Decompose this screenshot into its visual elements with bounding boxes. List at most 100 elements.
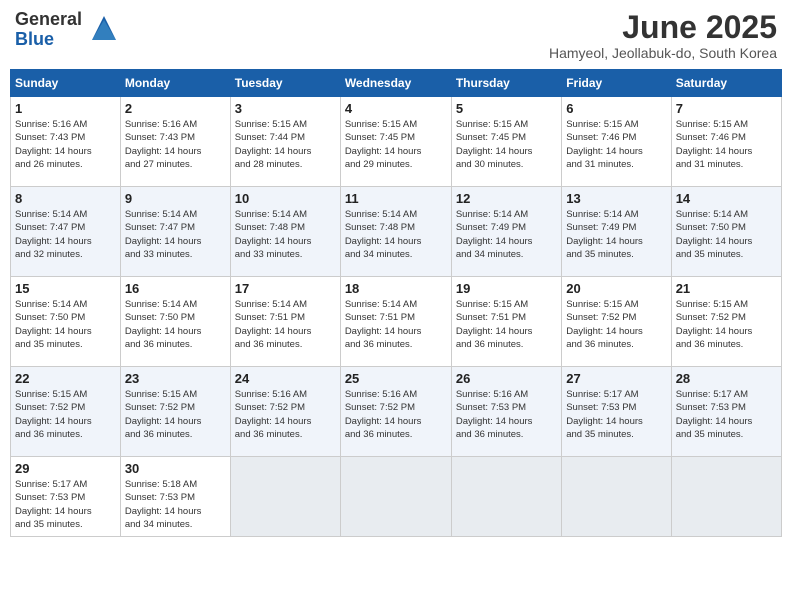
calendar-cell — [340, 457, 451, 537]
day-info: Sunrise: 5:17 AMSunset: 7:53 PMDaylight:… — [15, 479, 92, 530]
logo-general: General — [15, 10, 82, 30]
day-number: 15 — [15, 281, 116, 296]
calendar-cell: 15 Sunrise: 5:14 AMSunset: 7:50 PMDayligh… — [11, 277, 121, 367]
day-number: 25 — [345, 371, 447, 386]
header-sunday: Sunday — [11, 70, 121, 97]
day-number: 12 — [456, 191, 557, 206]
header-tuesday: Tuesday — [230, 70, 340, 97]
day-info: Sunrise: 5:15 AMSunset: 7:52 PMDaylight:… — [15, 389, 92, 440]
month-title: June 2025 — [549, 10, 777, 45]
calendar-week-5: 29 Sunrise: 5:17 AMSunset: 7:53 PMDayligh… — [11, 457, 782, 537]
day-info: Sunrise: 5:15 AMSunset: 7:45 PMDaylight:… — [456, 119, 533, 170]
calendar-cell: 10Sunrise: 5:14 AMSunset: 7:48 PMDayligh… — [230, 187, 340, 277]
header-thursday: Thursday — [451, 70, 561, 97]
calendar-cell — [451, 457, 561, 537]
page-header: General Blue June 2025 Hamyeol, Jeollabu… — [10, 10, 782, 61]
day-number: 5 — [456, 101, 557, 116]
header-wednesday: Wednesday — [340, 70, 451, 97]
day-info: Sunrise: 5:17 AMSunset: 7:53 PMDaylight:… — [566, 389, 643, 440]
calendar-table: SundayMondayTuesdayWednesdayThursdayFrid… — [10, 69, 782, 537]
calendar-cell: 2 Sunrise: 5:16 AMSunset: 7:43 PMDaylight… — [120, 97, 230, 187]
calendar-week-3: 15 Sunrise: 5:14 AMSunset: 7:50 PMDayligh… — [11, 277, 782, 367]
day-number: 19 — [456, 281, 557, 296]
day-number: 4 — [345, 101, 447, 116]
calendar-cell: 21Sunrise: 5:15 AMSunset: 7:52 PMDayligh… — [671, 277, 781, 367]
day-number: 1 — [15, 101, 116, 116]
day-info: Sunrise: 5:16 AMSunset: 7:53 PMDaylight:… — [456, 389, 533, 440]
logo-icon — [84, 12, 116, 44]
day-number: 27 — [566, 371, 666, 386]
day-number: 18 — [345, 281, 447, 296]
calendar-cell: 30 Sunrise: 5:18 AMSunset: 7:53 PMDayligh… — [120, 457, 230, 537]
day-info: Sunrise: 5:14 AMSunset: 7:50 PMDaylight:… — [15, 299, 92, 350]
day-info: Sunrise: 5:16 AMSunset: 7:52 PMDaylight:… — [235, 389, 312, 440]
day-info: Sunrise: 5:15 AMSunset: 7:44 PMDaylight:… — [235, 119, 312, 170]
day-info: Sunrise: 5:18 AMSunset: 7:53 PMDaylight:… — [125, 479, 202, 530]
day-info: Sunrise: 5:14 AMSunset: 7:49 PMDaylight:… — [456, 209, 533, 260]
calendar-cell — [230, 457, 340, 537]
calendar-cell: 14Sunrise: 5:14 AMSunset: 7:50 PMDayligh… — [671, 187, 781, 277]
header-saturday: Saturday — [671, 70, 781, 97]
day-info: Sunrise: 5:16 AMSunset: 7:52 PMDaylight:… — [345, 389, 422, 440]
calendar-cell: 17Sunrise: 5:14 AMSunset: 7:51 PMDayligh… — [230, 277, 340, 367]
day-number: 6 — [566, 101, 666, 116]
day-number: 7 — [676, 101, 777, 116]
day-info: Sunrise: 5:15 AMSunset: 7:52 PMDaylight:… — [125, 389, 202, 440]
calendar-cell: 8 Sunrise: 5:14 AMSunset: 7:47 PMDaylight… — [11, 187, 121, 277]
day-info: Sunrise: 5:14 AMSunset: 7:51 PMDaylight:… — [235, 299, 312, 350]
calendar-cell: 26Sunrise: 5:16 AMSunset: 7:53 PMDayligh… — [451, 367, 561, 457]
day-number: 11 — [345, 191, 447, 206]
day-number: 3 — [235, 101, 336, 116]
title-block: June 2025 Hamyeol, Jeollabuk-do, South K… — [549, 10, 777, 61]
day-info: Sunrise: 5:14 AMSunset: 7:51 PMDaylight:… — [345, 299, 422, 350]
calendar-cell: 5 Sunrise: 5:15 AMSunset: 7:45 PMDaylight… — [451, 97, 561, 187]
header-monday: Monday — [120, 70, 230, 97]
day-number: 20 — [566, 281, 666, 296]
calendar-cell: 4 Sunrise: 5:15 AMSunset: 7:45 PMDaylight… — [340, 97, 451, 187]
calendar-cell: 28 Sunrise: 5:17 AMSunset: 7:53 PMDayligh… — [671, 367, 781, 457]
calendar-cell: 16 Sunrise: 5:14 AMSunset: 7:50 PMDayligh… — [120, 277, 230, 367]
day-number: 16 — [125, 281, 226, 296]
calendar-cell: 29 Sunrise: 5:17 AMSunset: 7:53 PMDayligh… — [11, 457, 121, 537]
day-info: Sunrise: 5:14 AMSunset: 7:48 PMDaylight:… — [345, 209, 422, 260]
day-number: 29 — [15, 461, 116, 476]
day-info: Sunrise: 5:14 AMSunset: 7:49 PMDaylight:… — [566, 209, 643, 260]
location-title: Hamyeol, Jeollabuk-do, South Korea — [549, 45, 777, 61]
day-number: 28 — [676, 371, 777, 386]
day-number: 8 — [15, 191, 116, 206]
calendar-cell: 1 Sunrise: 5:16 AMSunset: 7:43 PMDaylight… — [11, 97, 121, 187]
day-info: Sunrise: 5:17 AMSunset: 7:53 PMDaylight:… — [676, 389, 753, 440]
day-info: Sunrise: 5:16 AMSunset: 7:43 PMDaylight:… — [125, 119, 202, 170]
day-info: Sunrise: 5:16 AMSunset: 7:43 PMDaylight:… — [15, 119, 92, 170]
logo: General Blue — [15, 10, 116, 50]
day-number: 24 — [235, 371, 336, 386]
day-info: Sunrise: 5:15 AMSunset: 7:46 PMDaylight:… — [566, 119, 643, 170]
day-info: Sunrise: 5:14 AMSunset: 7:50 PMDaylight:… — [676, 209, 753, 260]
calendar-header-row: SundayMondayTuesdayWednesdayThursdayFrid… — [11, 70, 782, 97]
logo-blue: Blue — [15, 30, 82, 50]
calendar-cell: 7Sunrise: 5:15 AMSunset: 7:46 PMDaylight… — [671, 97, 781, 187]
calendar-cell: 6 Sunrise: 5:15 AMSunset: 7:46 PMDaylight… — [562, 97, 671, 187]
calendar-cell: 25 Sunrise: 5:16 AMSunset: 7:52 PMDayligh… — [340, 367, 451, 457]
day-info: Sunrise: 5:15 AMSunset: 7:52 PMDaylight:… — [566, 299, 643, 350]
calendar-cell: 11 Sunrise: 5:14 AMSunset: 7:48 PMDayligh… — [340, 187, 451, 277]
header-friday: Friday — [562, 70, 671, 97]
calendar-cell: 13Sunrise: 5:14 AMSunset: 7:49 PMDayligh… — [562, 187, 671, 277]
day-info: Sunrise: 5:14 AMSunset: 7:50 PMDaylight:… — [125, 299, 202, 350]
calendar-cell: 19Sunrise: 5:15 AMSunset: 7:51 PMDayligh… — [451, 277, 561, 367]
calendar-cell: 20 Sunrise: 5:15 AMSunset: 7:52 PMDayligh… — [562, 277, 671, 367]
calendar-cell — [671, 457, 781, 537]
day-info: Sunrise: 5:15 AMSunset: 7:45 PMDaylight:… — [345, 119, 422, 170]
day-number: 9 — [125, 191, 226, 206]
day-info: Sunrise: 5:15 AMSunset: 7:52 PMDaylight:… — [676, 299, 753, 350]
day-number: 30 — [125, 461, 226, 476]
calendar-cell: 18 Sunrise: 5:14 AMSunset: 7:51 PMDayligh… — [340, 277, 451, 367]
calendar-cell: 12 Sunrise: 5:14 AMSunset: 7:49 PMDayligh… — [451, 187, 561, 277]
calendar-cell: 22 Sunrise: 5:15 AMSunset: 7:52 PMDayligh… — [11, 367, 121, 457]
day-number: 22 — [15, 371, 116, 386]
calendar-cell: 27 Sunrise: 5:17 AMSunset: 7:53 PMDayligh… — [562, 367, 671, 457]
day-number: 23 — [125, 371, 226, 386]
day-number: 2 — [125, 101, 226, 116]
calendar-week-1: 1 Sunrise: 5:16 AMSunset: 7:43 PMDaylight… — [11, 97, 782, 187]
day-info: Sunrise: 5:14 AMSunset: 7:47 PMDaylight:… — [15, 209, 92, 260]
